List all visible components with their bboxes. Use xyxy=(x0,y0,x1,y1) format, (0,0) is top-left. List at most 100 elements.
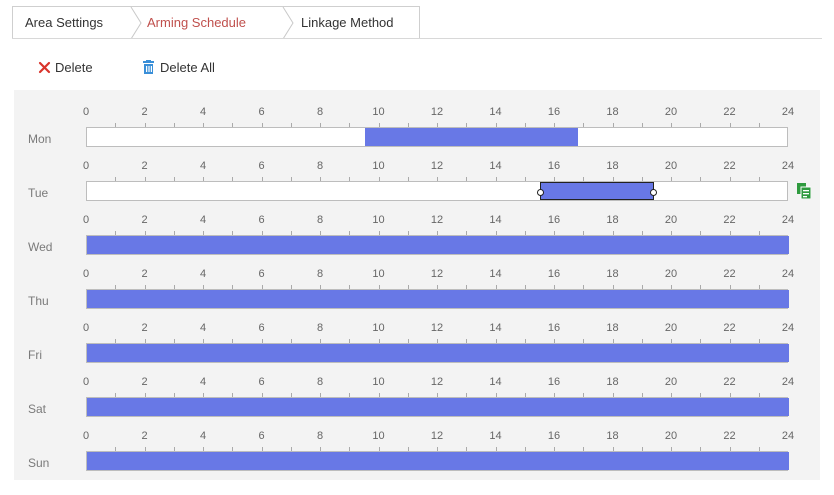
schedule-segment[interactable] xyxy=(364,128,579,146)
hour-tick-label: 18 xyxy=(606,106,619,118)
hour-tick-label: 2 xyxy=(141,214,148,226)
schedule-track[interactable] xyxy=(86,181,788,201)
hour-tick-label: 12 xyxy=(430,160,444,172)
close-icon xyxy=(38,61,51,74)
hour-tick-label: 12 xyxy=(430,214,444,226)
resize-handle-right[interactable] xyxy=(650,189,658,196)
hour-tick-label: 2 xyxy=(141,268,148,280)
schedule-segment[interactable] xyxy=(87,236,789,254)
schedule-segment[interactable] xyxy=(87,398,789,416)
hour-tick-label: 4 xyxy=(199,214,207,226)
hour-tick-label: 8 xyxy=(316,376,324,388)
schedule-segment[interactable] xyxy=(87,452,789,470)
hour-tick-label: 12 xyxy=(430,430,444,442)
hour-tick-label: 0 xyxy=(82,268,90,280)
day-label: Thu xyxy=(28,294,49,308)
day-label: Fri xyxy=(28,348,42,362)
hour-tick-label: 16 xyxy=(547,268,561,280)
tab-separator xyxy=(130,7,142,39)
schedule-row-fri: Fri 0 2 4 6 8 10 12 14 16 18 20 22 24 xyxy=(14,316,820,370)
hour-tick-label: 2 xyxy=(141,106,148,118)
schedule-track[interactable] xyxy=(86,235,789,255)
hour-tick-label: 18 xyxy=(606,160,619,172)
schedule-row-tue: Tue 0 2 4 6 8 10 12 14 16 18 20 22 24 xyxy=(14,154,820,208)
delete-button[interactable]: Delete xyxy=(38,58,118,78)
hour-tick-label: 10 xyxy=(372,214,385,226)
schedule-segment-selected[interactable] xyxy=(537,182,658,200)
hour-tick-label: 0 xyxy=(82,214,90,226)
hour-tick-label: 8 xyxy=(316,268,324,280)
hour-tick-label: 4 xyxy=(199,160,207,172)
hour-tick-label: 6 xyxy=(258,268,265,280)
tab-area-settings[interactable]: Area Settings xyxy=(25,7,103,39)
delete-all-button[interactable]: Delete All xyxy=(142,58,242,78)
hour-tick-label: 10 xyxy=(372,322,385,334)
tab-arming-schedule[interactable]: Arming Schedule xyxy=(147,7,246,39)
hour-tick-label: 18 xyxy=(606,430,619,442)
hour-tick-label: 14 xyxy=(489,160,502,172)
hour-tick-label: 22 xyxy=(723,160,736,172)
hour-tick-label: 6 xyxy=(258,106,265,118)
hour-tick-label: 18 xyxy=(606,376,619,388)
hour-tick-label: 20 xyxy=(664,430,678,442)
hour-tick-label: 24 xyxy=(781,268,795,280)
hour-tick-label: 24 xyxy=(781,376,795,388)
hour-tick-label: 14 xyxy=(489,376,502,388)
hour-tick-label: 24 xyxy=(781,322,795,334)
resize-handle-left[interactable] xyxy=(537,189,545,196)
hour-tick-label: 18 xyxy=(606,268,619,280)
hour-tick-label: 24 xyxy=(781,106,795,118)
schedule-track[interactable] xyxy=(86,127,788,147)
hour-tick-label: 16 xyxy=(547,214,561,226)
schedule-segment[interactable] xyxy=(87,344,789,362)
tab-bar: Area Settings Arming Schedule Linkage Me… xyxy=(12,6,420,39)
tab-separator xyxy=(282,7,294,39)
hour-tick-label: 20 xyxy=(664,214,678,226)
day-label: Sun xyxy=(28,456,50,470)
schedule-track[interactable] xyxy=(86,397,789,417)
hour-tick-label: 0 xyxy=(82,160,90,172)
hour-tick-label: 2 xyxy=(141,376,148,388)
hour-tick-label: 4 xyxy=(199,376,207,388)
hour-tick-label: 24 xyxy=(781,160,795,172)
hour-tick-label: 10 xyxy=(372,160,385,172)
tab-linkage-method[interactable]: Linkage Method xyxy=(301,7,394,39)
hour-tick-label: 22 xyxy=(723,214,736,226)
day-label: Sat xyxy=(28,402,47,416)
hour-tick-label: 22 xyxy=(723,106,736,118)
hour-tick-label: 4 xyxy=(199,106,207,118)
hour-tick-label: 14 xyxy=(489,322,502,334)
hour-tick-label: 20 xyxy=(664,160,678,172)
hour-tick-label: 14 xyxy=(489,214,502,226)
hour-tick-label: 12 xyxy=(430,268,444,280)
hour-tick-label: 2 xyxy=(141,430,148,442)
hour-tick-label: 22 xyxy=(723,322,736,334)
hour-tick-label: 4 xyxy=(199,430,207,442)
hour-tick-label: 10 xyxy=(372,376,385,388)
hour-tick-label: 24 xyxy=(781,430,795,442)
schedule-segment[interactable] xyxy=(87,290,789,308)
hour-tick-label: 22 xyxy=(723,430,736,442)
schedule-row-thu: Thu 0 2 4 6 8 10 12 14 16 18 20 22 24 xyxy=(14,262,820,316)
hour-tick-label: 4 xyxy=(199,268,207,280)
schedule-row-mon: Mon 0 2 4 6 8 10 12 14 16 18 20 22 24 xyxy=(14,100,820,154)
schedule-panel: Mon 0 2 4 6 8 10 12 14 16 18 20 22 24 Tue 0 2 4 6 8 10 12 14 16… xyxy=(14,90,820,480)
hour-tick-label: 18 xyxy=(606,322,619,334)
day-label: Tue xyxy=(28,186,49,200)
schedule-track[interactable] xyxy=(86,343,789,363)
hour-tick-label: 0 xyxy=(82,430,90,442)
schedule-track[interactable] xyxy=(86,451,789,471)
hour-tick-label: 16 xyxy=(547,160,561,172)
hour-tick-label: 6 xyxy=(258,376,265,388)
hour-tick-label: 12 xyxy=(430,376,444,388)
trash-icon xyxy=(143,60,154,74)
hour-tick-label: 16 xyxy=(547,376,561,388)
hour-tick-label: 6 xyxy=(258,214,265,226)
schedule-track[interactable] xyxy=(86,289,789,309)
hour-tick-label: 22 xyxy=(723,376,736,388)
hour-tick-label: 16 xyxy=(547,106,561,118)
hour-tick-label: 12 xyxy=(430,106,444,118)
copy-icon[interactable] xyxy=(797,183,811,199)
hour-tick-label: 6 xyxy=(258,430,265,442)
hour-tick-label: 10 xyxy=(372,430,385,442)
